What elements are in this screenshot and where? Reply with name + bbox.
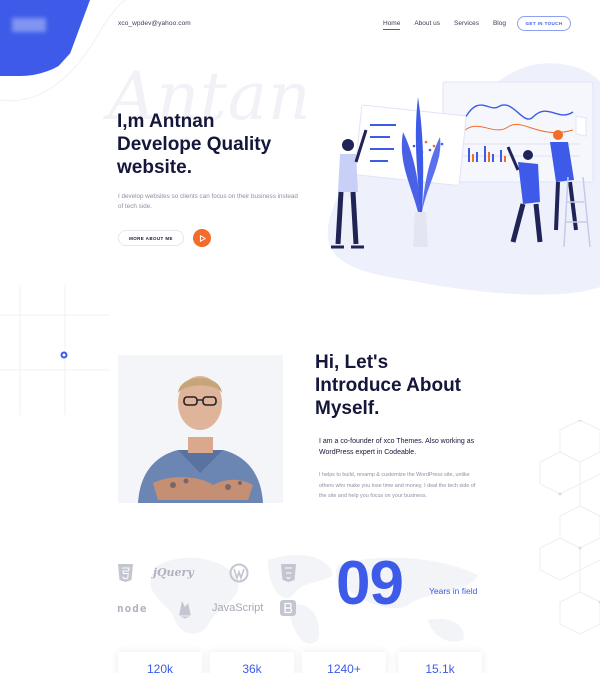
about-title-line: Myself. [315, 398, 380, 419]
stat-card: 1240+ [302, 652, 386, 673]
hero-title-line: I,m Antnan [117, 111, 215, 132]
stat-value: 1240+ [327, 662, 361, 673]
nav-services[interactable]: Services [454, 20, 479, 30]
css3-icon [281, 564, 296, 582]
years-label: Years in field [429, 586, 478, 596]
stat-value: 36k [242, 662, 262, 673]
firebase-icon [179, 601, 191, 619]
bootstrap-icon [280, 600, 296, 616]
nav-blog[interactable]: Blog [493, 20, 506, 30]
stat-card: 120k [118, 652, 202, 673]
hero-illustration [327, 63, 600, 295]
about-title: Hi, Let's Introduce About Myself. [315, 351, 515, 420]
play-icon [199, 234, 206, 242]
about-title-line: Introduce About [315, 375, 461, 396]
decor-grid [0, 285, 110, 415]
brand-logo[interactable] [12, 18, 46, 32]
nav-home[interactable]: Home [383, 20, 401, 30]
stat-card: 15.1k [398, 652, 482, 673]
hero-subtitle: I develop websites so clients can focus … [118, 193, 298, 210]
header-email[interactable]: xco_wpdev@yahoo.com [118, 20, 191, 27]
play-video-button[interactable] [193, 229, 211, 247]
hero-title: I,m Antnan Develope Quality website. [117, 110, 317, 179]
about-body-text: I helps to build, revamp & customize the… [319, 472, 476, 499]
jquery-logo: jQuery [153, 566, 194, 579]
about-title-line: Hi, Let's [315, 352, 389, 373]
wordpress-icon [229, 563, 249, 583]
profile-photo [118, 355, 283, 503]
stat-value: 15.1k [425, 662, 455, 673]
main-nav: Home About us Services Blog [383, 20, 520, 30]
about-lead-text: I am a co-founder of xco Themes. Also wo… [319, 438, 475, 456]
nodejs-logo: node [117, 602, 148, 615]
nav-about-us[interactable]: About us [414, 20, 440, 30]
stat-value: 120k [146, 662, 174, 673]
hero-title-line: Develope Quality [117, 134, 272, 155]
html5-icon [118, 564, 133, 582]
more-about-me-button[interactable]: MORE ABOUT ME [118, 230, 184, 246]
stat-card: 36k [210, 652, 294, 673]
decor-hexagons [539, 420, 600, 635]
get-in-touch-button[interactable]: GET IN TOUCH [517, 16, 571, 31]
hero-title-line: website. [117, 157, 192, 178]
years-number: 09 [336, 549, 404, 618]
javascript-logo: JavaScript [212, 602, 264, 614]
